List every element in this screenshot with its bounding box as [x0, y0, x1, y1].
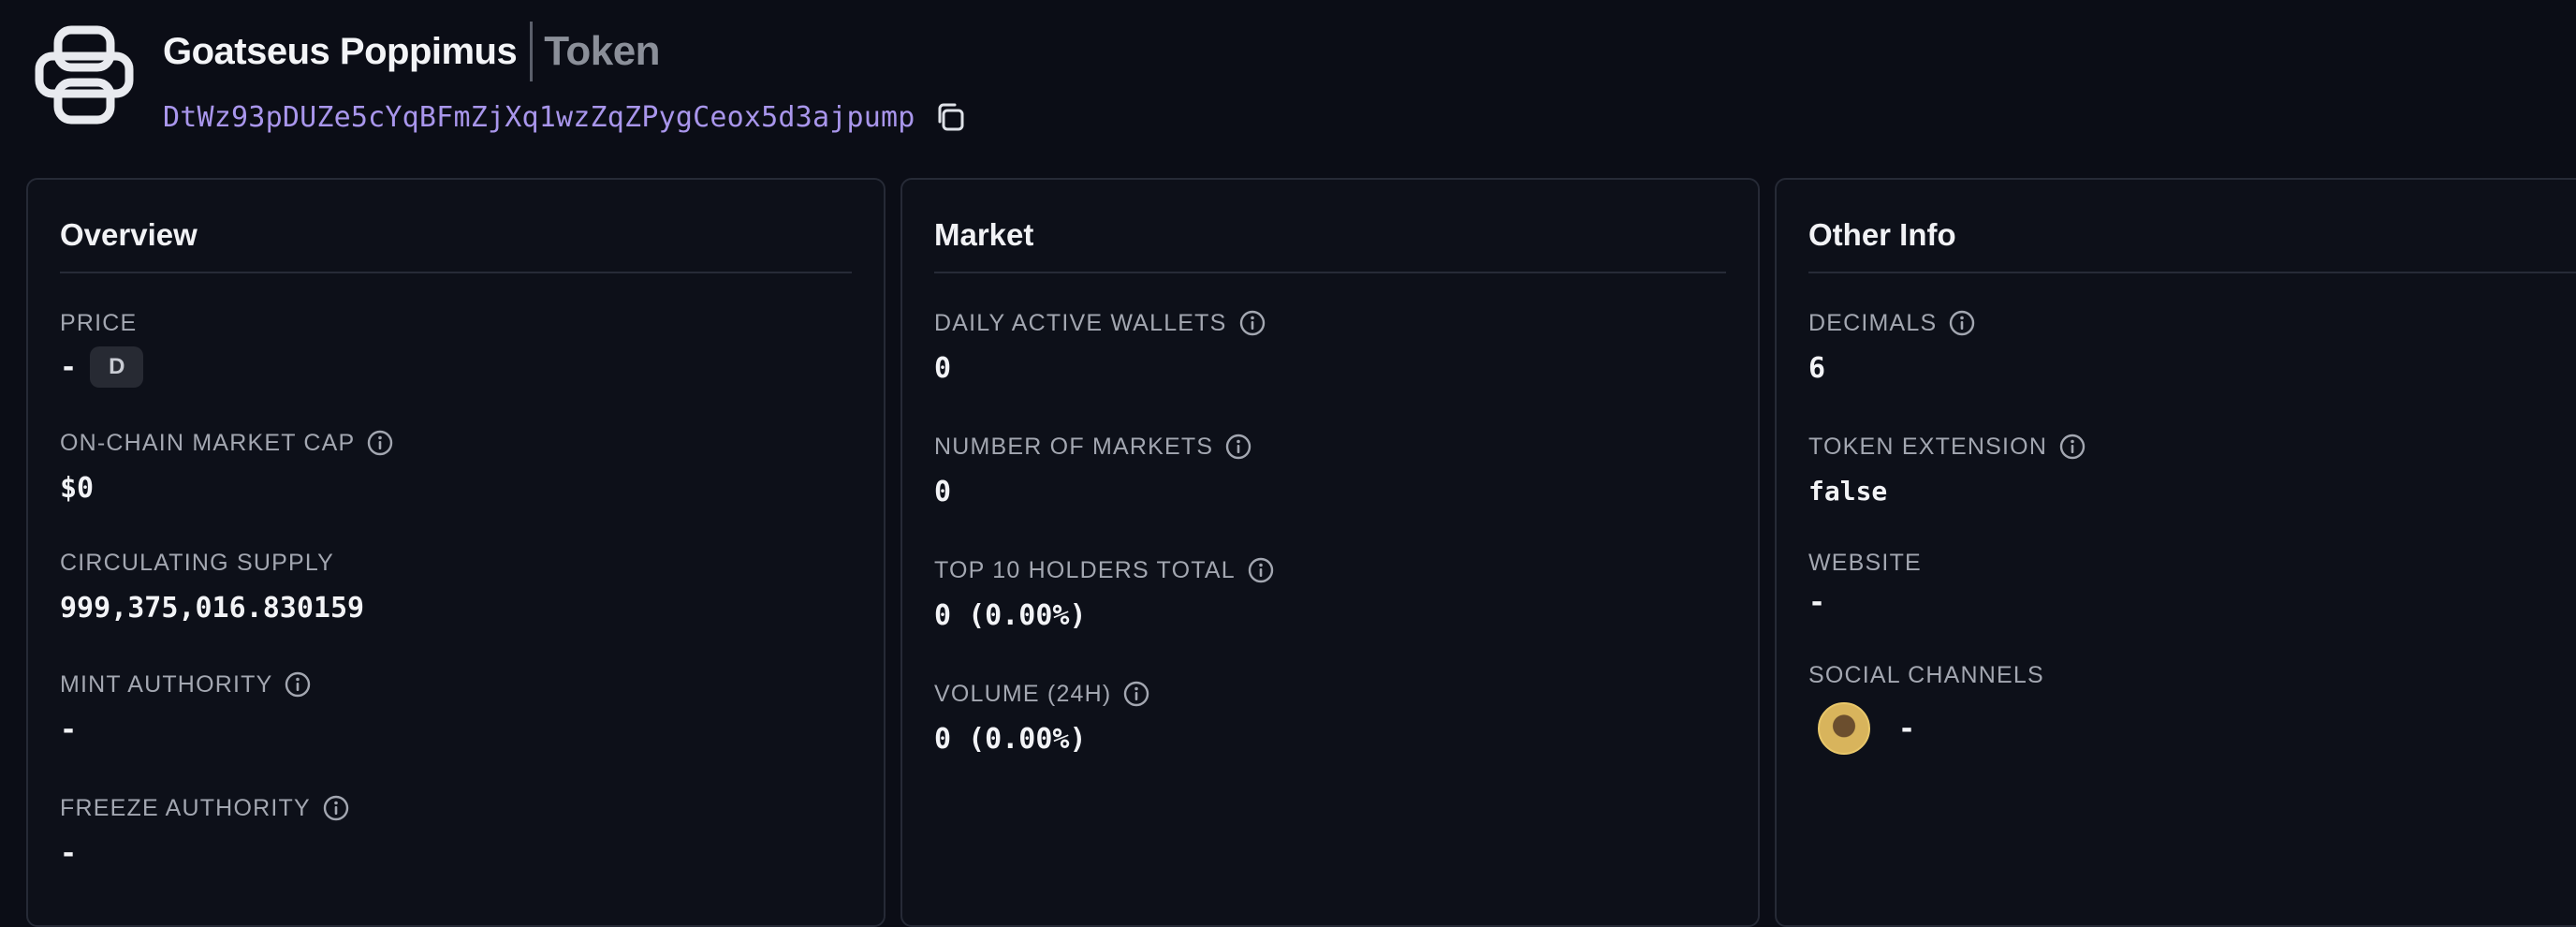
- freeze-authority-field: FREEZE AUTHORITY -: [60, 792, 350, 870]
- volume-24h-label: VOLUME (24H): [934, 680, 1112, 707]
- number-of-markets-label-row: NUMBER OF MARKETS: [934, 431, 1252, 463]
- mint-authority-label-row: MINT AUTHORITY: [60, 669, 312, 700]
- mint-authority-field: MINT AUTHORITY -: [60, 669, 312, 746]
- info-icon[interactable]: [284, 670, 312, 699]
- info-icon[interactable]: [2058, 433, 2086, 461]
- other-info-divider: [1808, 272, 2576, 273]
- social-avatar-icon[interactable]: [1818, 702, 1870, 755]
- top10-holders-value: 0 (0.00%): [934, 599, 1087, 632]
- info-icon[interactable]: [322, 794, 350, 822]
- info-icon[interactable]: [1238, 309, 1266, 337]
- info-icon[interactable]: [1948, 309, 1976, 337]
- copy-icon[interactable]: [934, 101, 966, 133]
- daily-active-wallets-field: DAILY ACTIVE WALLETS 0: [934, 307, 1266, 385]
- overview-title: Overview: [60, 217, 198, 252]
- decimals-field: DECIMALS 6: [1808, 307, 1976, 385]
- market-cap-field: ON-CHAIN MARKET CAP $0: [60, 427, 394, 505]
- website-value: -: [1808, 586, 1826, 619]
- token-extension-field: TOKEN EXTENSION false: [1808, 431, 2086, 507]
- daily-active-wallets-value: 0: [934, 352, 952, 385]
- token-extension-value: false: [1808, 476, 1888, 507]
- circulating-supply-field: CIRCULATING SUPPLY 999,375,016.830159: [60, 547, 364, 625]
- other-info-card: Other Info DECIMALS 6 TOKEN EXTENSION fa…: [1775, 178, 2576, 927]
- circulating-supply-label: CIRCULATING SUPPLY: [60, 549, 334, 576]
- price-value-row: - D: [60, 346, 144, 388]
- token-extension-label: TOKEN EXTENSION: [1808, 433, 2048, 460]
- top10-holders-field: TOP 10 HOLDERS TOTAL 0 (0.00%): [934, 554, 1275, 632]
- token-title: Goatseus Poppimus Token: [163, 19, 661, 84]
- mint-authority-value: -: [60, 714, 78, 746]
- title-separator: [530, 22, 534, 81]
- freeze-authority-label: FREEZE AUTHORITY: [60, 794, 311, 821]
- volume-24h-value: 0 (0.00%): [934, 723, 1087, 756]
- token-address[interactable]: DtWz93pDUZe5cYqBFmZjXq1wzZqZPygCeox5d3aj…: [163, 101, 915, 134]
- market-title: Market: [934, 217, 1034, 252]
- market-cap-label-row: ON-CHAIN MARKET CAP: [60, 427, 394, 459]
- info-icon[interactable]: [1122, 680, 1150, 708]
- overview-card: Overview PRICE - D ON-CHAIN MARKET CAP $…: [26, 178, 886, 927]
- overview-divider: [60, 272, 852, 273]
- number-of-markets-field: NUMBER OF MARKETS 0: [934, 431, 1252, 508]
- token-name: Goatseus Poppimus: [163, 30, 518, 72]
- market-cap-label: ON-CHAIN MARKET CAP: [60, 429, 356, 456]
- price-field: PRICE - D: [60, 307, 144, 388]
- price-label: PRICE: [60, 309, 138, 336]
- mint-authority-label: MINT AUTHORITY: [60, 670, 273, 698]
- token-type-label: Token: [544, 28, 661, 74]
- info-icon[interactable]: [1247, 556, 1275, 584]
- decimals-value: 6: [1808, 352, 1826, 385]
- freeze-authority-value: -: [60, 837, 78, 870]
- address-row: DtWz93pDUZe5cYqBFmZjXq1wzZqZPygCeox5d3aj…: [163, 94, 966, 140]
- number-of-markets-value: 0: [934, 476, 952, 508]
- market-card: Market DAILY ACTIVE WALLETS 0 NUMBER OF …: [900, 178, 1760, 927]
- decimals-label-row: DECIMALS: [1808, 307, 1976, 339]
- number-of-markets-label: NUMBER OF MARKETS: [934, 433, 1214, 460]
- token-extension-label-row: TOKEN EXTENSION: [1808, 431, 2086, 463]
- social-channels-row: -: [1808, 702, 2044, 755]
- market-cap-value: $0: [60, 472, 95, 505]
- freeze-authority-label-row: FREEZE AUTHORITY: [60, 792, 350, 824]
- top10-holders-label: TOP 10 HOLDERS TOTAL: [934, 556, 1236, 583]
- info-icon[interactable]: [1224, 433, 1252, 461]
- website-label: WEBSITE: [1808, 549, 1922, 576]
- token-logo-icon: [34, 24, 135, 125]
- daily-active-wallets-label-row: DAILY ACTIVE WALLETS: [934, 307, 1266, 339]
- social-channels-field: SOCIAL CHANNELS -: [1808, 659, 2044, 755]
- volume-24h-field: VOLUME (24H) 0 (0.00%): [934, 678, 1150, 756]
- social-channels-label: SOCIAL CHANNELS: [1808, 661, 2044, 688]
- token-header: Goatseus Poppimus Token DtWz93pDUZe5cYqB…: [0, 0, 2576, 169]
- market-divider: [934, 272, 1726, 273]
- top10-holders-label-row: TOP 10 HOLDERS TOTAL: [934, 554, 1275, 586]
- social-channels-value: -: [1898, 712, 1916, 745]
- price-badge: D: [90, 346, 144, 388]
- decimals-label: DECIMALS: [1808, 309, 1938, 336]
- info-icon[interactable]: [366, 429, 394, 457]
- website-field: WEBSITE -: [1808, 547, 1922, 620]
- circulating-supply-value: 999,375,016.830159: [60, 592, 365, 625]
- volume-24h-label-row: VOLUME (24H): [934, 678, 1150, 710]
- daily-active-wallets-label: DAILY ACTIVE WALLETS: [934, 309, 1227, 336]
- price-value: -: [60, 350, 78, 384]
- other-info-title: Other Info: [1808, 217, 1956, 252]
